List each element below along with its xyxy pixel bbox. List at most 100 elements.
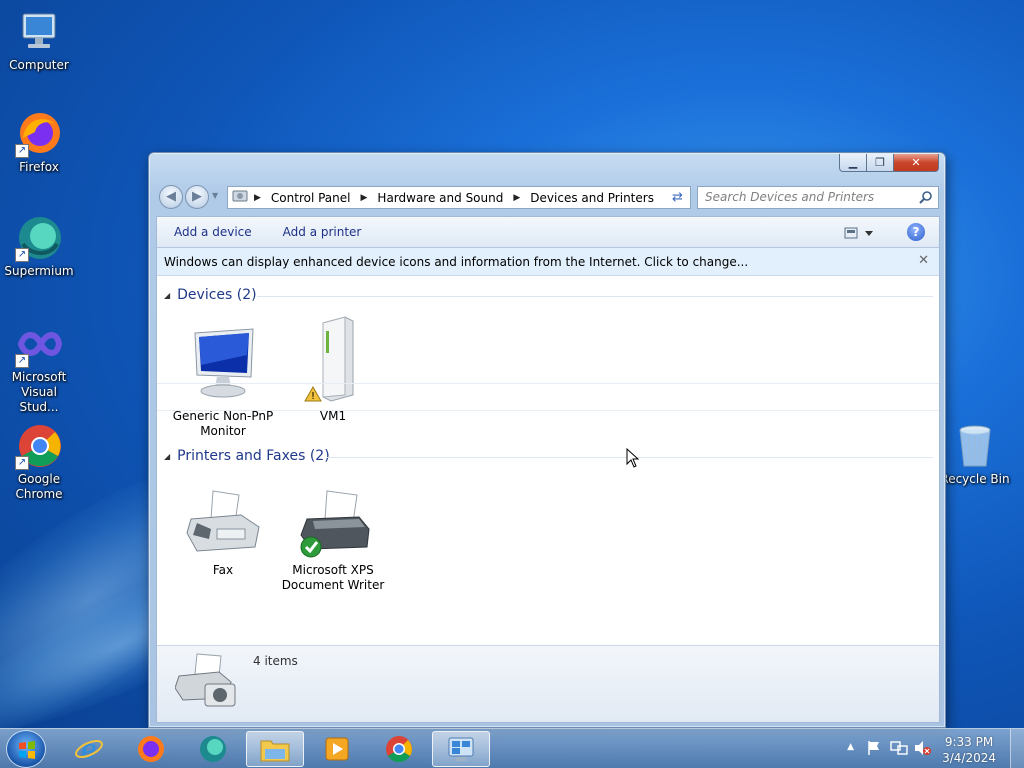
close-button[interactable]: ✕ bbox=[894, 154, 939, 172]
view-icon bbox=[844, 227, 873, 239]
mouse-cursor-icon bbox=[626, 448, 640, 468]
windows-logo-icon bbox=[19, 741, 35, 759]
printer-item-xps-writer[interactable]: Microsoft XPS Document Writer bbox=[277, 489, 389, 593]
add-printer-button[interactable]: Add a printer bbox=[283, 225, 362, 239]
desktop-icon-visual-studio[interactable]: ↗ Microsoft Visual Stud... bbox=[1, 320, 77, 415]
desktop-icon-firefox[interactable]: ↗ Firefox bbox=[1, 110, 77, 175]
forward-arrow-icon: ▶ bbox=[192, 189, 202, 204]
action-center-flag-icon[interactable] bbox=[866, 740, 882, 756]
group-divider bbox=[257, 296, 933, 297]
group-header-printers-and-faxes[interactable]: ◢ Printers and Faxes (2) bbox=[164, 448, 330, 464]
breadcrumb-separator-icon: ▶ bbox=[513, 192, 521, 203]
computer-icon bbox=[15, 8, 63, 56]
devices-printers-icon bbox=[174, 652, 239, 712]
command-bar: Add a device Add a printer ? bbox=[157, 217, 939, 248]
printer-item-fax[interactable]: Fax bbox=[167, 489, 279, 578]
monitor-icon bbox=[183, 315, 263, 405]
show-desktop-button[interactable] bbox=[1010, 729, 1024, 768]
chrome-icon bbox=[386, 736, 412, 763]
add-device-button[interactable]: Add a device bbox=[174, 225, 252, 239]
info-bar-close-icon[interactable]: ✕ bbox=[918, 253, 929, 268]
taskbar-internet-explorer[interactable]: e bbox=[60, 731, 118, 767]
breadcrumb-separator-icon: ▶ bbox=[360, 192, 368, 203]
recent-pages-dropdown[interactable]: ▼ bbox=[212, 191, 218, 200]
device-item-vm1[interactable]: ! VM1 bbox=[277, 315, 389, 424]
computer-tower-icon: ! bbox=[293, 315, 373, 405]
supermium-icon bbox=[200, 736, 226, 762]
control-panel-icon bbox=[232, 189, 248, 206]
refresh-button[interactable]: ⇄ bbox=[665, 186, 691, 209]
navigation-bar: ◀ ▶ ▼ ▶ Control Panel ▶ Hardware and Sou… bbox=[157, 185, 939, 211]
desktop-icon-supermium[interactable]: ↗ Supermium bbox=[1, 214, 77, 279]
devices-and-printers-icon bbox=[448, 737, 474, 761]
desktop-icon-label: Computer bbox=[9, 58, 69, 72]
taskbar-firefox[interactable] bbox=[122, 731, 180, 767]
printer-label: Microsoft XPS Document Writer bbox=[281, 563, 385, 592]
desktop-icon-label: Microsoft Visual Stud... bbox=[11, 370, 67, 414]
internet-explorer-icon: e bbox=[75, 735, 103, 764]
back-button[interactable]: ◀ bbox=[159, 185, 183, 209]
group-title: Printers and Faxes (2) bbox=[177, 448, 330, 464]
details-pane: 4 items bbox=[157, 645, 939, 722]
search-input[interactable]: Search Devices and Printers bbox=[697, 186, 939, 209]
taskbar-devices-and-printers[interactable] bbox=[432, 731, 490, 767]
change-view-button[interactable] bbox=[843, 225, 879, 241]
breadcrumb-separator-icon: ▶ bbox=[254, 192, 261, 203]
clock[interactable]: 9:33 PM 3/4/2024 bbox=[942, 734, 996, 766]
start-button[interactable] bbox=[6, 730, 46, 768]
forward-button[interactable]: ▶ bbox=[185, 185, 209, 209]
restore-button[interactable]: ❐ bbox=[867, 154, 894, 172]
network-icon[interactable] bbox=[890, 740, 908, 756]
shortcut-arrow-icon: ↗ bbox=[15, 354, 29, 368]
fax-icon bbox=[183, 489, 263, 559]
chrome-icon: ↗ bbox=[15, 422, 63, 470]
media-player-icon bbox=[325, 737, 349, 761]
help-button[interactable]: ? bbox=[907, 223, 925, 241]
shortcut-arrow-icon: ↗ bbox=[15, 144, 29, 158]
minimize-button[interactable]: ▁ bbox=[839, 154, 867, 172]
svg-text:!: ! bbox=[311, 391, 315, 402]
taskbar-chrome[interactable] bbox=[370, 731, 428, 767]
device-label: VM1 bbox=[319, 409, 347, 423]
devices-and-printers-window: ▁ ❐ ✕ ◀ ▶ ▼ ▶ Control Panel ▶ Hardware a… bbox=[148, 152, 946, 728]
clock-date: 3/4/2024 bbox=[942, 751, 996, 765]
desktop-icon-recycle-bin[interactable]: Recycle Bin bbox=[937, 422, 1013, 487]
minimize-icon: ▁ bbox=[848, 156, 858, 169]
close-icon: ✕ bbox=[911, 156, 921, 169]
refresh-icon: ⇄ bbox=[672, 190, 683, 205]
group-title: Devices (2) bbox=[177, 287, 257, 303]
volume-muted-icon[interactable] bbox=[914, 740, 932, 756]
taskbar-supermium[interactable] bbox=[184, 731, 242, 767]
breadcrumb-devices-and-printers[interactable]: Devices and Printers bbox=[530, 191, 654, 205]
desktop-icon-label: Firefox bbox=[19, 160, 59, 174]
search-icon[interactable] bbox=[919, 190, 933, 204]
device-item-monitor[interactable]: Generic Non-PnP Monitor bbox=[167, 315, 279, 439]
address-bar[interactable]: ▶ Control Panel ▶ Hardware and Sound ▶ D… bbox=[227, 186, 689, 209]
taskbar-file-explorer[interactable] bbox=[246, 731, 304, 767]
desktop-icon-google-chrome[interactable]: ↗ Google Chrome bbox=[1, 422, 77, 502]
restore-icon: ❐ bbox=[875, 156, 885, 169]
visual-studio-icon: ↗ bbox=[15, 320, 63, 368]
shortcut-arrow-icon: ↗ bbox=[15, 248, 29, 262]
info-bar[interactable]: Windows can display enhanced device icon… bbox=[157, 248, 939, 276]
desktop-icon-label: Recycle Bin bbox=[940, 472, 1010, 486]
svg-text:e: e bbox=[81, 735, 96, 764]
breadcrumb-hardware-and-sound[interactable]: Hardware and Sound bbox=[377, 191, 503, 205]
desktop-icon-computer[interactable]: Computer bbox=[1, 8, 77, 73]
help-icon: ? bbox=[912, 225, 920, 239]
group-header-devices[interactable]: ◢ Devices (2) bbox=[164, 287, 257, 303]
folder-icon bbox=[260, 740, 290, 762]
taskbar-media-player[interactable] bbox=[308, 731, 366, 767]
caption-buttons: ▁ ❐ ✕ bbox=[839, 154, 939, 172]
firefox-icon: ↗ bbox=[15, 110, 63, 158]
printer-label: Fax bbox=[212, 563, 234, 577]
back-arrow-icon: ◀ bbox=[166, 189, 176, 204]
desktop-icon-label: Supermium bbox=[4, 264, 74, 278]
recycle-bin-icon bbox=[951, 422, 999, 470]
breadcrumb-control-panel[interactable]: Control Panel bbox=[271, 191, 351, 205]
shortcut-arrow-icon: ↗ bbox=[15, 456, 29, 470]
printer-icon bbox=[293, 489, 373, 559]
show-hidden-icons-button[interactable]: ▲ bbox=[847, 742, 854, 752]
clock-time: 9:33 PM bbox=[944, 735, 994, 749]
desktop-icon-label: Google Chrome bbox=[15, 472, 63, 501]
